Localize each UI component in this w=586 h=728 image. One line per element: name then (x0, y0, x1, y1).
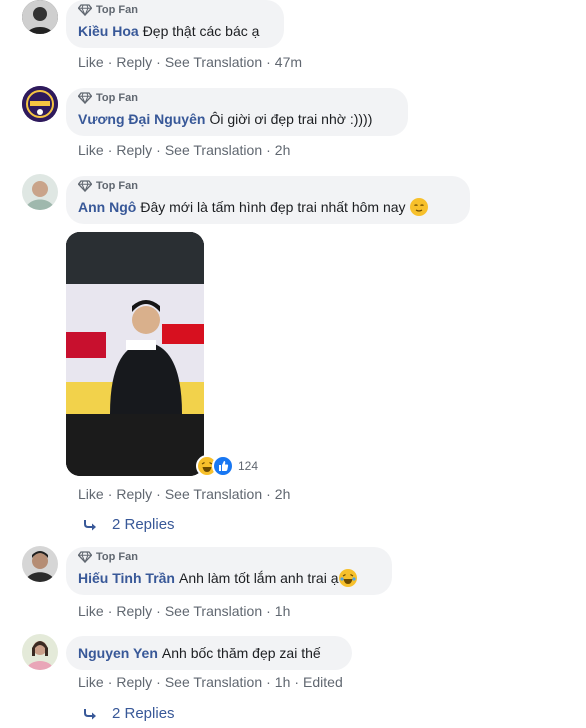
comment-bubble: Top Fan Vương Đại Nguyên Ôi giời ơi đẹp t… (66, 88, 408, 136)
comment-bubble: Top Fan Hiếu Tinh Trần Anh làm tốt lắm an… (66, 547, 392, 595)
edited-label[interactable]: Edited (303, 674, 343, 690)
diamond-icon (78, 180, 92, 192)
comment-body: Anh bốc thăm đẹp zai thế (161, 645, 321, 661)
see-translation-link[interactable]: See Translation (165, 486, 262, 502)
comment-bubble: Top Fan Ann Ngô Đây mới là tấm hình đẹp t… (66, 176, 470, 224)
comment-actions: Like · Reply · See Translation · 2h (78, 142, 291, 158)
diamond-icon (78, 4, 92, 16)
view-replies-button[interactable]: 2 Replies (84, 705, 175, 722)
timestamp[interactable]: 47m (275, 54, 302, 70)
reaction-summary[interactable]: 124 (196, 455, 259, 477)
comment-text: Nguyen Yen Anh bốc thăm đẹp zai thế (78, 642, 321, 664)
see-translation-link[interactable]: See Translation (165, 603, 262, 619)
comment-actions: Like · Reply · See Translation · 47m (78, 54, 303, 70)
top-fan-badge: Top Fan (78, 4, 138, 16)
replies-label: 2 Replies (112, 705, 175, 722)
see-translation-link[interactable]: See Translation (165, 674, 262, 690)
avatar[interactable] (22, 174, 58, 210)
reply-link[interactable]: Reply (116, 603, 152, 619)
relieved-face-icon (409, 198, 428, 216)
comment-actions: Like · Reply · See Translation · 2h (78, 486, 291, 502)
diamond-icon (78, 92, 92, 104)
comment-bubble: Top Fan Kiều Hoa Đẹp thật các bác ạ (66, 0, 284, 48)
badge-label: Top Fan (96, 92, 138, 104)
reply-arrow-icon (84, 708, 96, 719)
comment-body: Ôi giời ơi đẹp trai nhờ :)))) (209, 111, 373, 127)
like-icon (212, 455, 234, 477)
reply-link[interactable]: Reply (116, 54, 152, 70)
comment-author[interactable]: Ann Ngô (78, 199, 136, 215)
comment-author[interactable]: Hiếu Tinh Trần (78, 570, 175, 586)
badge-label: Top Fan (96, 551, 138, 563)
comment-text: Ann Ngô Đây mới là tấm hình đẹp trai nhất… (78, 196, 428, 218)
comment-bubble: Nguyen Yen Anh bốc thăm đẹp zai thế (66, 636, 352, 670)
avatar[interactable] (22, 86, 58, 122)
reply-link[interactable]: Reply (116, 674, 152, 690)
comment-body: Đây mới là tấm hình đẹp trai nhất hôm na… (140, 199, 406, 215)
comment-text: Kiều Hoa Đẹp thật các bác ạ (78, 20, 259, 42)
comment-body: Anh làm tốt lắm anh trai ạ (178, 570, 339, 586)
comment-text: Hiếu Tinh Trần Anh làm tốt lắm anh trai ạ (78, 567, 357, 589)
reaction-count: 124 (238, 459, 259, 473)
badge-label: Top Fan (96, 180, 138, 192)
timestamp[interactable]: 1h (275, 674, 291, 690)
view-replies-button[interactable]: 2 Replies (84, 516, 175, 533)
reply-link[interactable]: Reply (116, 486, 152, 502)
top-fan-badge: Top Fan (78, 180, 138, 192)
badge-label: Top Fan (96, 4, 138, 16)
reply-link[interactable]: Reply (116, 142, 152, 158)
avatar[interactable] (22, 546, 58, 582)
like-link[interactable]: Like (78, 674, 104, 690)
comment-author[interactable]: Vương Đại Nguyên (78, 111, 205, 127)
timestamp[interactable]: 2h (275, 486, 291, 502)
avatar[interactable] (22, 0, 58, 34)
like-link[interactable]: Like (78, 603, 104, 619)
laughing-face-icon (338, 569, 357, 587)
top-fan-badge: Top Fan (78, 551, 138, 563)
see-translation-link[interactable]: See Translation (165, 142, 262, 158)
comment-photo[interactable] (66, 232, 204, 476)
replies-label: 2 Replies (112, 516, 175, 533)
see-translation-link[interactable]: See Translation (165, 54, 262, 70)
diamond-icon (78, 551, 92, 563)
like-link[interactable]: Like (78, 142, 104, 158)
like-link[interactable]: Like (78, 54, 104, 70)
top-fan-badge: Top Fan (78, 92, 138, 104)
reply-arrow-icon (84, 519, 96, 530)
comment-actions: Like · Reply · See Translation · 1h (78, 603, 291, 619)
comment-body: Đẹp thật các bác ạ (142, 23, 260, 39)
timestamp[interactable]: 1h (275, 603, 291, 619)
like-link[interactable]: Like (78, 486, 104, 502)
comment-text: Vương Đại Nguyên Ôi giời ơi đẹp trai nhờ … (78, 108, 372, 130)
comment-actions: Like · Reply · See Translation · 1h · Edited (78, 674, 343, 690)
comment-author[interactable]: Nguyen Yen (78, 645, 158, 661)
comment-author[interactable]: Kiều Hoa (78, 23, 139, 39)
avatar[interactable] (22, 634, 58, 670)
timestamp[interactable]: 2h (275, 142, 291, 158)
